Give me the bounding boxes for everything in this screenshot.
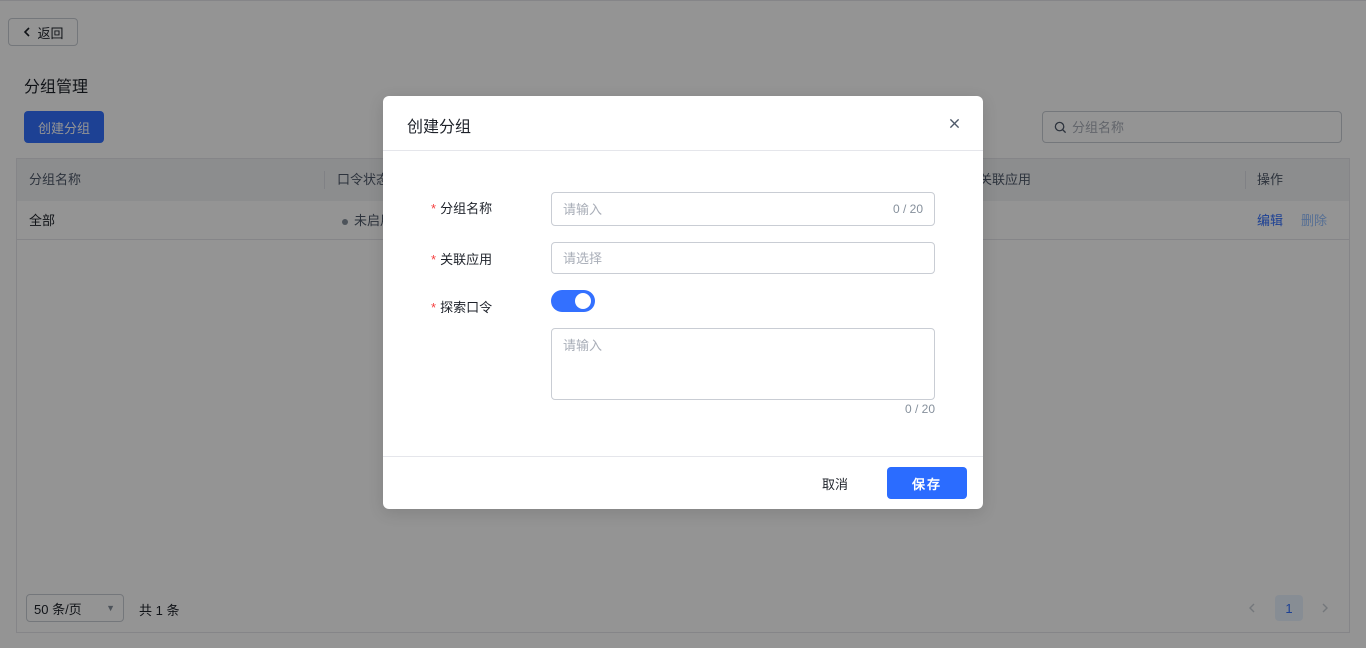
required-mark: *	[431, 201, 437, 216]
modal-title: 创建分组	[407, 119, 472, 136]
search-code-textarea[interactable]	[563, 335, 923, 393]
search-code-label-text: 探索口令	[440, 300, 493, 315]
save-button[interactable]: 保存	[887, 467, 967, 499]
group-name-label-text: 分组名称	[440, 201, 493, 216]
search-code-label: * 探索口令	[431, 297, 492, 316]
required-mark: *	[431, 300, 437, 315]
create-group-modal: 创建分组 *分组名称 0 / 20 *关联应用 *探索口令 0 / 20 取消 …	[383, 96, 983, 509]
close-button[interactable]	[946, 115, 962, 131]
search-code-toggle[interactable]	[551, 290, 595, 312]
close-icon	[949, 118, 959, 128]
group-name-label: * 分组名称	[431, 198, 492, 217]
linked-app-select[interactable]	[551, 242, 935, 274]
group-name-input[interactable]	[563, 201, 893, 217]
toggle-knob	[575, 293, 591, 309]
search-code-counter: 0 / 20	[904, 402, 935, 416]
search-code-textarea-box[interactable]	[551, 328, 935, 400]
modal-footer: 取消 保存	[383, 456, 983, 509]
cancel-button[interactable]: 取消	[803, 467, 867, 499]
required-mark: *	[431, 252, 437, 267]
linked-app-label: * 关联应用	[431, 249, 492, 268]
linked-app-input[interactable]	[563, 250, 923, 266]
group-name-counter: 0 / 20	[892, 202, 923, 216]
group-name-field[interactable]: 0 / 20	[551, 192, 935, 226]
modal-header: 创建分组	[383, 96, 983, 151]
linked-app-label-text: 关联应用	[440, 252, 493, 267]
